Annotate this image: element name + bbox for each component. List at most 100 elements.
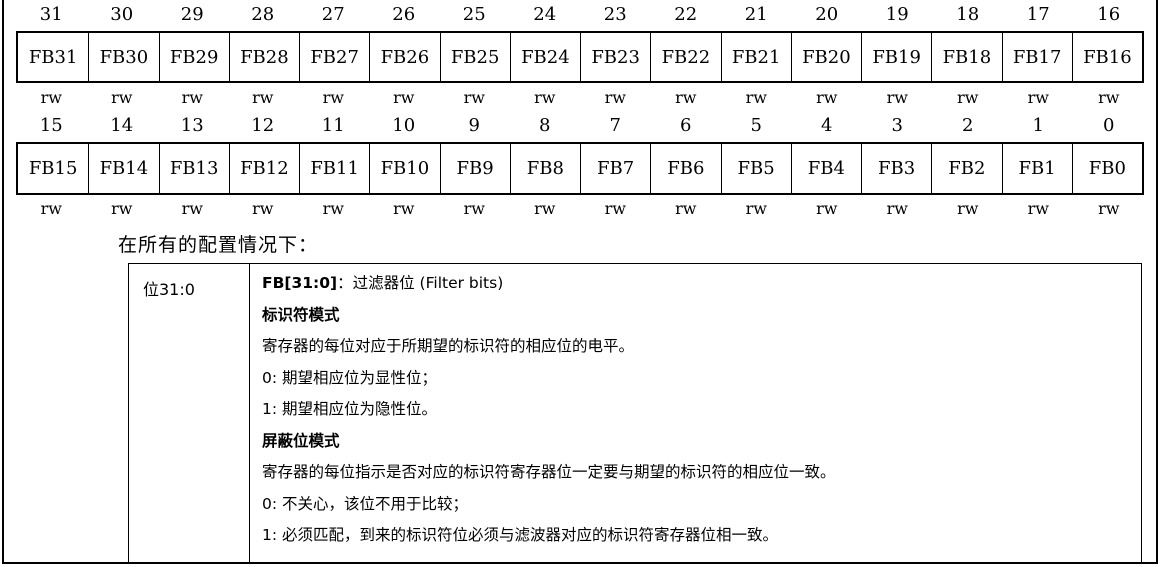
access-label: rw xyxy=(181,199,203,218)
bit-number: 12 xyxy=(251,115,275,136)
bit-number: 18 xyxy=(956,4,980,25)
bit-field-cell: FB20 xyxy=(790,33,861,81)
bit-field-cell: FB31 xyxy=(28,46,78,68)
bit-field-cell: FB9 xyxy=(439,144,510,193)
bit-number: 3 xyxy=(891,115,903,136)
id-mode-text: 寄存器的每位对应于所期望的标识符的相应位的电平。 xyxy=(262,337,635,355)
upper-field-row: FB31 FB30 FB29 FB28 FB27 FB26 FB25 FB24 FB23 FB22… xyxy=(16,31,1144,83)
bit-number: 31 xyxy=(39,4,63,25)
lower-access-row: rw rw rw rw rw rw rw rw rw rw rw rw rw rw rw rw xyxy=(16,198,1144,220)
access-label: rw xyxy=(816,88,838,107)
bit-field-cell: FB1 xyxy=(1001,144,1072,193)
access-label: rw xyxy=(675,88,697,107)
bit-number: 16 xyxy=(1097,4,1121,25)
bit-number: 8 xyxy=(539,115,551,136)
description-table: 位31:0 FB[31:0]：过滤器位 (Filter bits) 标识符模式 … xyxy=(128,263,1142,562)
access-label: rw xyxy=(745,88,767,107)
bit-number: 20 xyxy=(815,4,839,25)
access-label: rw xyxy=(886,88,908,107)
bit-field-cell: FB6 xyxy=(650,144,720,193)
access-label: rw xyxy=(1098,199,1120,218)
bit-number: 28 xyxy=(251,4,275,25)
access-label: rw xyxy=(1027,88,1049,107)
mask-mode-heading: 屏蔽位模式 xyxy=(262,431,340,450)
access-label: rw xyxy=(111,88,133,107)
bit-number: 27 xyxy=(321,4,345,25)
access-label: rw xyxy=(534,199,556,218)
field-title: ：过滤器位 (Filter bits) xyxy=(337,274,504,292)
column-divider xyxy=(249,264,250,562)
bit-field-cell: FB25 xyxy=(439,33,510,81)
bit-number: 11 xyxy=(321,115,345,136)
bit-field-cell: FB26 xyxy=(369,33,439,81)
access-label: rw xyxy=(957,199,979,218)
bit-number: 15 xyxy=(39,115,63,136)
access-label: rw xyxy=(1098,88,1120,107)
bit-field-cell: FB3 xyxy=(861,144,931,193)
mask-mode-text: 寄存器的每位指示是否对应的标识符寄存器位一定要与期望的标识符的相应位一致。 xyxy=(262,463,836,481)
bit-field-cell: FB13 xyxy=(158,144,229,193)
id-mode-heading: 标识符模式 xyxy=(262,305,340,324)
bit-number: 30 xyxy=(110,4,134,25)
access-label: rw xyxy=(1027,199,1049,218)
access-label: rw xyxy=(816,199,838,218)
bit-number: 26 xyxy=(392,4,416,25)
bit-number: 9 xyxy=(468,115,480,136)
bit-field-cell: FB0 xyxy=(1071,144,1142,193)
bit-field-cell: FB12 xyxy=(228,144,299,193)
access-label: rw xyxy=(322,199,344,218)
field-title-line: FB[31:0]：过滤器位 (Filter bits) xyxy=(262,272,836,304)
bit-number: 7 xyxy=(609,115,621,136)
upper-access-row: rw rw rw rw rw rw rw rw rw rw rw rw rw rw rw rw xyxy=(16,87,1144,109)
lower-bit-numbers: 15 14 13 12 11 10 9 8 7 6 5 4 3 2 1 0 xyxy=(16,115,1144,137)
bit-number: 13 xyxy=(180,115,204,136)
bit-number: 21 xyxy=(744,4,768,25)
bit-field-cell: FB30 xyxy=(88,33,158,81)
bit-number: 23 xyxy=(603,4,627,25)
mask-mode-value-1: 1: 必须匹配，到来的标识符位必须与滤波器对应的标识符寄存器位相一致。 xyxy=(262,526,779,544)
access-label: rw xyxy=(886,199,908,218)
upper-bit-numbers: 31 30 29 28 27 26 25 24 23 22 21 20 19 18 17 16 xyxy=(16,4,1144,26)
access-label: rw xyxy=(463,88,485,107)
access-label: rw xyxy=(252,88,274,107)
bit-field-cell: FB18 xyxy=(931,33,1001,81)
bit-field-cell: FB19 xyxy=(861,33,931,81)
bit-field-cell: FB2 xyxy=(931,144,1001,193)
access-label: rw xyxy=(604,199,626,218)
access-label: rw xyxy=(675,199,697,218)
access-label: rw xyxy=(322,88,344,107)
id-mode-value-0: 0: 期望相应位为显性位； xyxy=(262,368,438,387)
bit-field-cell: FB29 xyxy=(158,33,229,81)
bit-field-cell: FB10 xyxy=(369,144,439,193)
bit-number: 19 xyxy=(885,4,909,25)
access-label: rw xyxy=(604,88,626,107)
intro-text: 在所有的配置情况下： xyxy=(118,234,319,256)
bit-field-cell: FB24 xyxy=(509,33,580,81)
mask-mode-value-0: 0: 不关心，该位不用于比较； xyxy=(262,494,469,513)
bit-field-cell: FB11 xyxy=(299,144,369,193)
bit-number: 14 xyxy=(110,115,134,136)
field-name: FB[31:0] xyxy=(262,274,338,292)
bit-number: 22 xyxy=(674,4,698,25)
access-label: rw xyxy=(745,199,767,218)
bit-field-cell: FB4 xyxy=(790,144,861,193)
description-content: FB[31:0]：过滤器位 (Filter bits) 标识符模式 寄存器的每位… xyxy=(262,272,836,556)
access-label: rw xyxy=(534,88,556,107)
bit-number: 24 xyxy=(533,4,557,25)
bit-field-cell: FB28 xyxy=(228,33,299,81)
bit-field-cell: FB8 xyxy=(509,144,580,193)
access-label: rw xyxy=(957,88,979,107)
bit-number: 4 xyxy=(821,115,833,136)
access-label: rw xyxy=(111,199,133,218)
access-label: rw xyxy=(393,88,415,107)
bit-field-cell: FB22 xyxy=(650,33,720,81)
bit-field-cell: FB14 xyxy=(88,144,158,193)
access-label: rw xyxy=(181,88,203,107)
access-label: rw xyxy=(40,88,62,107)
bit-field-cell: FB21 xyxy=(720,33,791,81)
access-label: rw xyxy=(252,199,274,218)
bit-number: 1 xyxy=(1032,115,1044,136)
bit-number: 2 xyxy=(962,115,974,136)
bit-field-cell: FB5 xyxy=(720,144,791,193)
bit-number: 5 xyxy=(750,115,762,136)
